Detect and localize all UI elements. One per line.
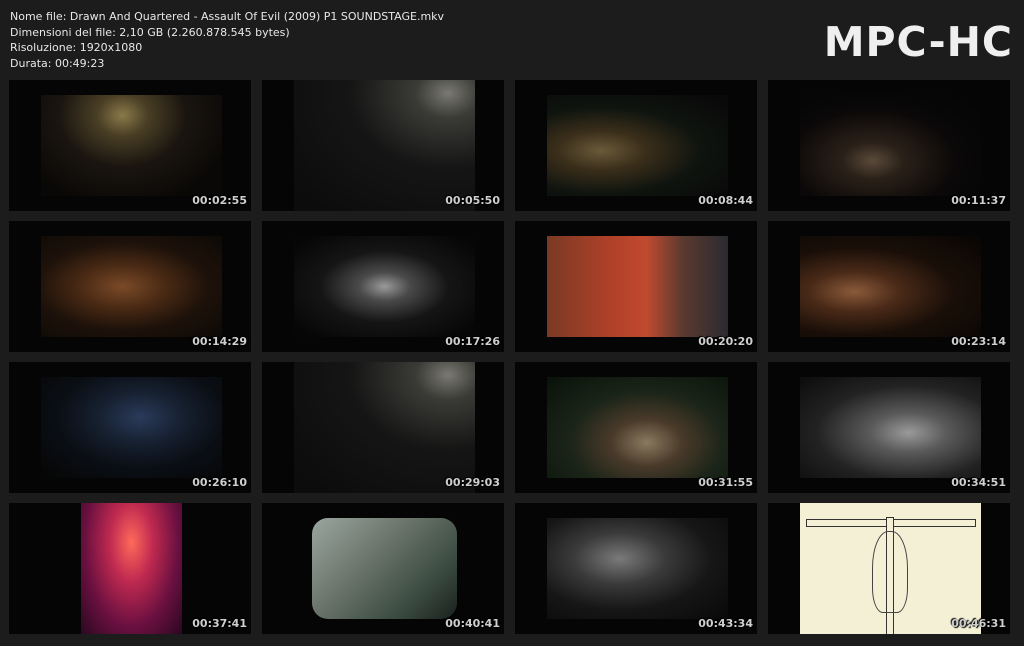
thumbnail: 00:23:14 — [768, 221, 1010, 352]
timestamp: 00:29:03 — [445, 476, 500, 489]
crucifix-figure — [872, 531, 908, 613]
thumbnail-sheet: Nome file: Drawn And Quartered - Assault… — [0, 0, 1024, 646]
thumbnail-frame — [547, 236, 728, 337]
thumbnail-frame — [547, 377, 728, 478]
mpc-hc-logo: MPC-HC — [823, 18, 1013, 66]
file-info: Nome file: Drawn And Quartered - Assault… — [10, 9, 444, 71]
timestamp: 00:34:51 — [951, 476, 1006, 489]
thumbnail-frame — [800, 236, 981, 337]
thumbnail: 00:17:26 — [262, 221, 504, 352]
thumbnail-frame — [41, 95, 222, 196]
timestamp: 00:14:29 — [192, 335, 247, 348]
thumbnail: 00:40:41 — [262, 503, 504, 634]
timestamp: 00:26:10 — [192, 476, 247, 489]
thumbnail-frame — [294, 236, 475, 337]
thumbnail-frame — [800, 95, 981, 196]
thumbnail-frame — [41, 236, 222, 337]
timestamp: 00:02:55 — [192, 194, 247, 207]
thumbnail: 00:43:34 — [515, 503, 757, 634]
thumbnail: 00:34:51 — [768, 362, 1010, 493]
thumbnail-frame — [800, 503, 981, 634]
timestamp: 00:08:44 — [698, 194, 753, 207]
thumbnail: 00:20:20 — [515, 221, 757, 352]
thumbnail: 00:46:31 — [768, 503, 1010, 634]
timestamp: 00:31:55 — [698, 476, 753, 489]
duration: Durata: 00:49:23 — [10, 56, 105, 70]
thumbnail: 00:02:55 — [9, 80, 251, 211]
thumbnail: 00:26:10 — [9, 362, 251, 493]
thumbnail: 00:05:50 — [262, 80, 504, 211]
thumbnail-frame — [800, 377, 981, 478]
thumbnail-frame — [41, 377, 222, 478]
timestamp: 00:37:41 — [192, 617, 247, 630]
thumbnail-grid: 00:02:55 00:05:50 00:08:44 00:11:37 00:1… — [9, 80, 1015, 640]
timestamp: 00:23:14 — [951, 335, 1006, 348]
timestamp: 00:17:26 — [445, 335, 500, 348]
thumbnail-frame — [547, 518, 728, 619]
thumbnail: 00:31:55 — [515, 362, 757, 493]
thumbnail-frame — [547, 95, 728, 196]
file-size: Dimensioni del file: 2,10 GB (2.260.878.… — [10, 25, 290, 39]
thumbnail-frame — [294, 362, 475, 493]
timestamp: 00:05:50 — [445, 194, 500, 207]
timestamp: 00:46:31 — [951, 617, 1006, 630]
thumbnail: 00:08:44 — [515, 80, 757, 211]
timestamp: 00:43:34 — [698, 617, 753, 630]
file-name: Nome file: Drawn And Quartered - Assault… — [10, 10, 445, 23]
thumbnail-frame — [312, 518, 457, 619]
timestamp: 00:40:41 — [445, 617, 500, 630]
timestamp: 00:11:37 — [951, 194, 1006, 207]
thumbnail: 00:11:37 — [768, 80, 1010, 211]
thumbnail: 00:37:41 — [9, 503, 251, 634]
thumbnail: 00:29:03 — [262, 362, 504, 493]
thumbnail-frame — [81, 503, 182, 634]
timestamp: 00:20:20 — [698, 335, 753, 348]
thumbnail: 00:14:29 — [9, 221, 251, 352]
thumbnail-frame — [294, 80, 475, 211]
resolution: Risoluzione: 1920x1080 — [10, 41, 143, 54]
